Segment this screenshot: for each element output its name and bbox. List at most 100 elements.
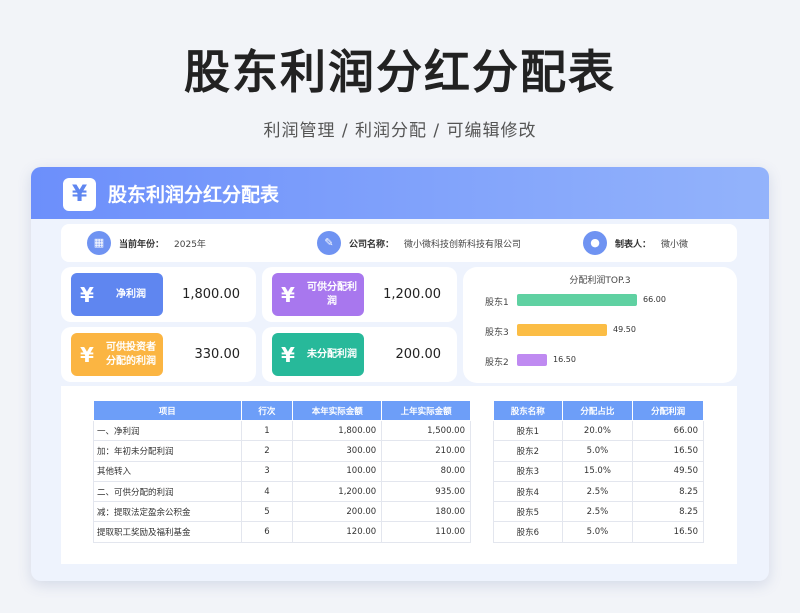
top3-row: 股东2 16.50 <box>463 354 737 368</box>
yen-icon: ¥ <box>80 342 94 367</box>
table-row: 提取职工奖励及福利基金 6 120.00 110.00 <box>93 521 471 543</box>
table-cell[interactable]: 1 <box>240 419 294 442</box>
table-row: 股东2 5.0% 16.50 <box>493 440 704 462</box>
yen-icon: ¥ <box>281 282 295 307</box>
table-cell[interactable]: 5.0% <box>561 521 634 543</box>
info-bar: ▦ 当前年份： 2025年 ✎ 公司名称： 微小微科技创新科技有限公司 ● 制表… <box>61 224 737 262</box>
table-cell[interactable]: 2.5% <box>561 501 634 523</box>
table-row: 股东1 20.0% 66.00 <box>493 419 704 442</box>
stat-badge: ¥ 净利润 <box>71 273 163 316</box>
table-cell[interactable]: 120.00 <box>292 521 383 543</box>
stat-badge: ¥ 可供分配利润 <box>272 273 364 316</box>
column-header: 分配占比 <box>561 400 634 421</box>
table-cell[interactable]: 80.00 <box>381 460 471 482</box>
page-title: 股东利润分红分配表 <box>184 45 616 99</box>
table-cell[interactable]: 110.00 <box>381 521 471 543</box>
table-cell[interactable]: 股东5 <box>493 501 563 523</box>
table-cell[interactable]: 股东6 <box>493 521 563 543</box>
bar <box>517 294 637 306</box>
table-cell[interactable]: 6 <box>240 521 294 543</box>
table-cell[interactable]: 5.0% <box>561 440 634 462</box>
table-row: 股东6 5.0% 16.50 <box>493 521 704 543</box>
table-cell[interactable]: 1,200.00 <box>292 480 383 503</box>
year-info: ▦ 当前年份： 2025年 <box>87 230 206 256</box>
table-cell[interactable]: 二、可供分配的利润 <box>93 480 242 503</box>
table-cell[interactable]: 210.00 <box>381 440 471 462</box>
maker-info: ● 制表人： 微小微 <box>583 230 688 256</box>
bar-value: 49.50 <box>613 325 636 334</box>
stat-badge: ¥ 未分配利润 <box>272 333 364 376</box>
table-cell[interactable]: 15.0% <box>561 460 634 482</box>
stat-undistributed-profit: ¥ 未分配利润 200.00 <box>262 327 457 382</box>
top3-row: 股东3 49.50 <box>463 324 737 338</box>
table-cell[interactable]: 1,500.00 <box>381 419 471 442</box>
stat-distributable-profit: ¥ 可供分配利润 1,200.00 <box>262 267 457 322</box>
table-row: 股东5 2.5% 8.25 <box>493 501 704 523</box>
table-cell[interactable]: 股东1 <box>493 419 563 442</box>
column-header: 上年实际金额 <box>381 400 471 421</box>
column-header: 项目 <box>93 400 242 421</box>
profit-table: 项目 行次 本年实际金额 上年实际金额 一、净利润 1 1,800.00 1,5… <box>93 400 471 543</box>
table-header-row: 股东名称 分配占比 分配利润 <box>493 400 704 421</box>
table-cell[interactable]: 20.0% <box>561 419 634 442</box>
stat-value: 1,200.00 <box>383 287 441 302</box>
table-cell[interactable]: 100.00 <box>292 460 383 482</box>
report-card: ¥ 股东利润分红分配表 ▦ 当前年份： 2025年 ✎ 公司名称： 微小微科技创… <box>31 167 769 581</box>
top3-panel: 分配利润TOP.3 股东1 66.00 股东3 49.50 股东2 16.50 <box>463 267 737 383</box>
card-title: 股东利润分红分配表 <box>108 184 280 206</box>
table-cell[interactable]: 减：提取法定盈余公积金 <box>93 501 242 523</box>
table-cell[interactable]: 加：年初未分配利润 <box>93 440 242 462</box>
stat-investor-profit: ¥ 可供投资者分配的利润 330.00 <box>61 327 256 382</box>
table-cell[interactable]: 股东4 <box>493 480 563 503</box>
bar-name: 股东1 <box>485 298 509 308</box>
table-row: 加：年初未分配利润 2 300.00 210.00 <box>93 440 471 462</box>
table-cell[interactable]: 4 <box>240 480 294 503</box>
table-cell[interactable]: 2 <box>240 440 294 462</box>
table-cell[interactable]: 股东3 <box>493 460 563 482</box>
column-header: 股东名称 <box>493 400 563 421</box>
table-cell[interactable]: 1,800.00 <box>292 419 383 442</box>
bar-value: 66.00 <box>643 295 666 304</box>
table-cell[interactable]: 180.00 <box>381 501 471 523</box>
stat-badge: ¥ 可供投资者分配的利润 <box>71 333 163 376</box>
table-cell[interactable]: 股东2 <box>493 440 563 462</box>
table-cell[interactable]: 一、净利润 <box>93 419 242 442</box>
table-cell[interactable]: 其他转入 <box>93 460 242 482</box>
stat-label: 可供投资者分配的利润 <box>106 341 156 367</box>
table-cell[interactable]: 935.00 <box>381 480 471 503</box>
table-cell[interactable]: 2.5% <box>561 480 634 503</box>
table-cell[interactable]: 49.50 <box>632 460 704 482</box>
bar-name: 股东2 <box>485 358 509 368</box>
table-cell[interactable]: 16.50 <box>632 440 704 462</box>
table-cell[interactable]: 8.25 <box>632 480 704 503</box>
table-row: 其他转入 3 100.00 80.00 <box>93 460 471 482</box>
bar <box>517 324 607 336</box>
stat-label: 未分配利润 <box>307 348 357 360</box>
company-info: ✎ 公司名称： 微小微科技创新科技有限公司 <box>317 230 521 256</box>
column-header: 行次 <box>240 400 294 421</box>
table-cell[interactable]: 3 <box>240 460 294 482</box>
yen-icon: ¥ <box>80 282 94 307</box>
table-cell[interactable]: 200.00 <box>292 501 383 523</box>
document-icon: ✎ <box>317 231 341 255</box>
page-subtitle: 利润管理 / 利润分配 / 可编辑修改 <box>263 121 537 141</box>
table-cell[interactable]: 5 <box>240 501 294 523</box>
top3-title: 分配利润TOP.3 <box>569 276 631 286</box>
company-label: 公司名称： <box>349 239 395 250</box>
table-cell[interactable]: 300.00 <box>292 440 383 462</box>
top3-row: 股东1 66.00 <box>463 294 737 308</box>
year-label: 当前年份： <box>119 239 165 250</box>
card-header: ¥ 股东利润分红分配表 <box>31 167 769 219</box>
maker-value[interactable]: 微小微 <box>661 237 688 250</box>
table-cell[interactable]: 16.50 <box>632 521 704 543</box>
maker-label: 制表人： <box>615 239 652 250</box>
column-header: 本年实际金额 <box>292 400 383 421</box>
stat-value: 200.00 <box>395 347 442 362</box>
stat-label: 净利润 <box>116 288 146 300</box>
company-value[interactable]: 微小微科技创新科技有限公司 <box>404 237 521 250</box>
year-value[interactable]: 2025年 <box>174 237 206 250</box>
table-cell[interactable]: 66.00 <box>632 419 704 442</box>
table-cell[interactable]: 8.25 <box>632 501 704 523</box>
bar-name: 股东3 <box>485 328 509 338</box>
table-cell[interactable]: 提取职工奖励及福利基金 <box>93 521 242 543</box>
